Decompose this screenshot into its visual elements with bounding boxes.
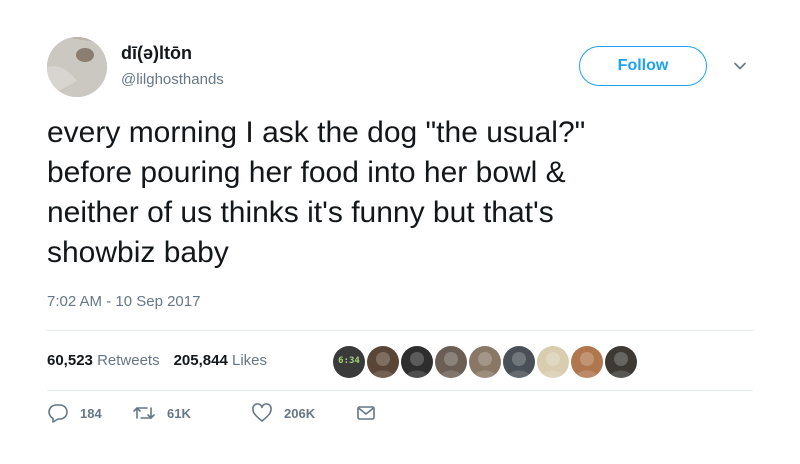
engagement-stats: 60,523 Retweets 205,844 Likes — [47, 352, 267, 369]
liker-avatar[interactable] — [503, 346, 535, 378]
avatar[interactable] — [47, 37, 107, 97]
divider-top — [47, 330, 753, 331]
message-action[interactable] — [355, 402, 377, 424]
avatar-image — [47, 37, 107, 97]
liker-avatars: 6:34 — [333, 346, 639, 378]
reply-action[interactable]: 184 — [47, 402, 102, 424]
liker-avatar[interactable] — [605, 346, 637, 378]
chevron-down-icon[interactable] — [731, 57, 749, 75]
divider-bottom — [47, 390, 753, 391]
user-handle[interactable]: @lilghosthands — [121, 71, 224, 88]
liker-avatar[interactable] — [571, 346, 603, 378]
likes-count: 205,844 — [173, 352, 228, 369]
heart-icon — [252, 403, 272, 422]
tweet-timestamp[interactable]: 7:02 AM - 10 Sep 2017 — [47, 293, 200, 310]
liker-avatar[interactable] — [435, 346, 467, 378]
reply-count: 184 — [80, 405, 102, 421]
follow-button[interactable]: Follow — [579, 46, 707, 86]
like-count: 206K — [284, 405, 316, 421]
tweet-text: every morning I ask the dog "the usual?"… — [47, 116, 586, 269]
likes-stat[interactable]: 205,844 Likes — [174, 352, 267, 369]
liker-avatar[interactable] — [401, 346, 433, 378]
liker-avatar[interactable] — [367, 346, 399, 378]
retweet-action[interactable]: 61K — [132, 402, 191, 424]
likes-label: Likes — [232, 352, 268, 369]
retweet-icon — [133, 407, 155, 419]
liker-avatar[interactable]: 6:34 — [333, 346, 365, 378]
liker-avatar-text: 6:34 — [338, 356, 360, 366]
envelope-icon — [357, 406, 375, 420]
like-action[interactable]: 206K — [251, 402, 315, 424]
retweet-count: 61K — [167, 405, 191, 421]
display-name[interactable]: dī(ə)ltōn — [121, 43, 192, 64]
retweets-label: Retweets — [97, 352, 160, 369]
reply-icon — [48, 404, 68, 423]
retweets-stat[interactable]: 60,523 Retweets — [47, 352, 160, 369]
liker-avatar[interactable] — [469, 346, 501, 378]
retweets-count: 60,523 — [47, 352, 93, 369]
liker-avatar[interactable] — [537, 346, 569, 378]
